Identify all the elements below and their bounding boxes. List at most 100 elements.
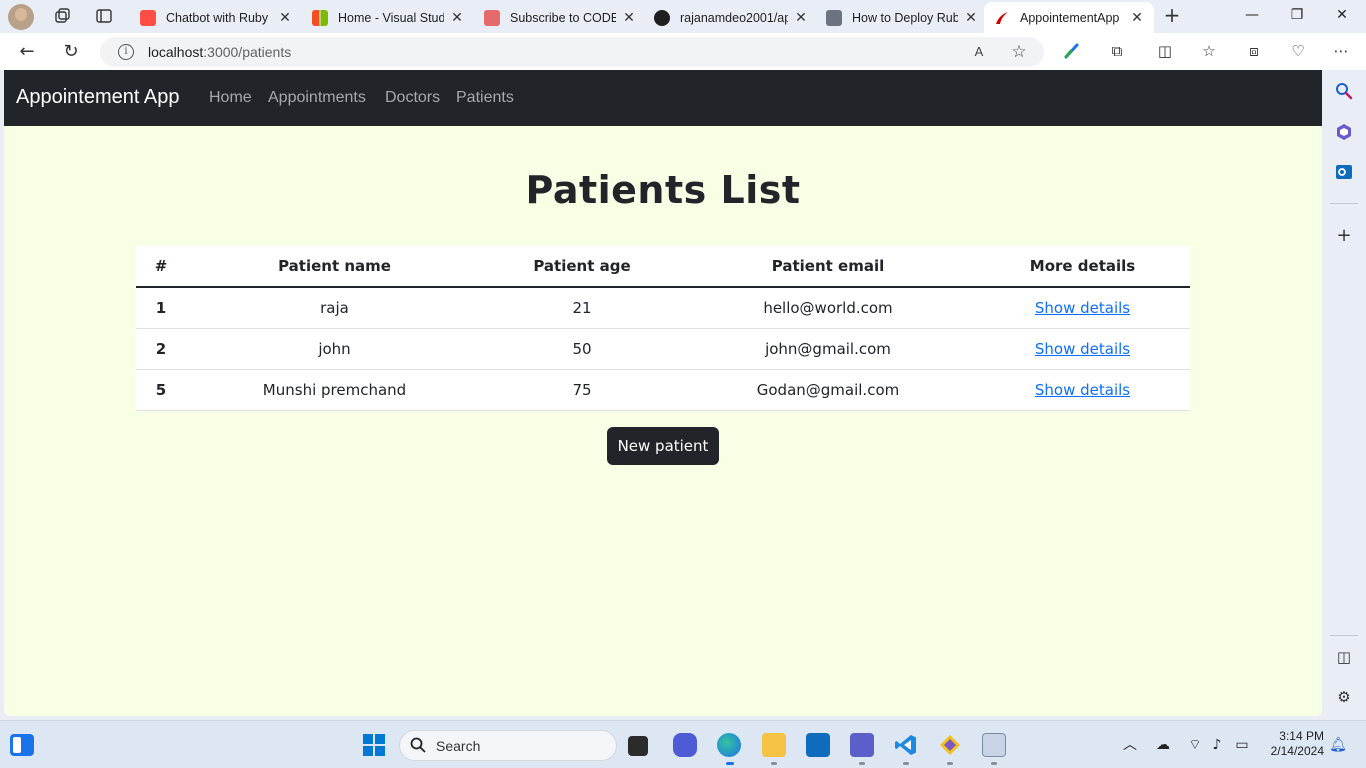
tab-appointementapp[interactable]: AppointementApp ✕: [984, 2, 1154, 33]
volume-icon[interactable]: ♪: [1208, 736, 1226, 754]
more-options-icon[interactable]: ⋯: [1331, 41, 1351, 61]
new-tab-button[interactable]: +: [1161, 4, 1183, 26]
tab-visual-studio[interactable]: Home - Visual Studi ✕: [308, 2, 468, 33]
column-header: Patient age: [533, 257, 631, 275]
performance-monitor-icon[interactable]: [982, 733, 1006, 757]
vscode-icon[interactable]: [894, 733, 918, 757]
tab-deploy[interactable]: How to Deploy Rub ✕: [822, 2, 982, 33]
running-indicator: [859, 762, 865, 765]
back-icon[interactable]: ←: [16, 41, 38, 63]
outlook-icon[interactable]: [806, 733, 830, 757]
patient-age: 21: [572, 299, 592, 317]
extensions-icon[interactable]: ⧉: [1107, 41, 1127, 61]
close-window-icon[interactable]: ✕: [1330, 5, 1354, 25]
taskbar-search[interactable]: Search: [399, 730, 617, 761]
file-explorer-icon[interactable]: [762, 733, 786, 757]
battery-icon[interactable]: ▭: [1233, 736, 1251, 754]
patient-name: raja: [320, 299, 349, 317]
tab-code-f[interactable]: Subscribe to CODE F ✕: [480, 2, 640, 33]
widgets-icon[interactable]: [10, 734, 34, 756]
close-tab-icon[interactable]: ✕: [450, 10, 464, 26]
search-icon[interactable]: [1335, 82, 1353, 100]
tab-title: AppointementApp: [1020, 10, 1120, 25]
nav-doctors[interactable]: Doctors: [385, 89, 440, 107]
start-icon[interactable]: [362, 733, 386, 757]
teams-chat-icon[interactable]: [673, 733, 697, 757]
table-row: 1 raja 21 hello@world.com Show details: [136, 288, 1190, 329]
onedrive-icon[interactable]: ☁: [1154, 736, 1172, 754]
column-header: More details: [1029, 257, 1136, 275]
column-header: Patient email: [771, 257, 885, 275]
favorite-star-icon[interactable]: ☆: [1010, 43, 1028, 61]
clock-time: 3:14 PM: [1279, 729, 1324, 743]
sidebar-settings-icon[interactable]: ⚙: [1335, 688, 1353, 706]
patient-email: Godan@gmail.com: [756, 381, 900, 399]
sidebar-divider: [1330, 203, 1358, 204]
app-brand[interactable]: Appointement App: [16, 86, 179, 109]
patient-email: hello@world.com: [763, 299, 893, 317]
collections-icon[interactable]: ⧈: [1244, 41, 1264, 61]
running-indicator: [947, 762, 953, 765]
edge-icon[interactable]: [717, 733, 741, 757]
task-view-icon[interactable]: [628, 736, 648, 756]
new-patient-button[interactable]: New patient: [607, 427, 719, 465]
patient-id: 1: [155, 299, 167, 317]
nav-appointments[interactable]: Appointments: [268, 89, 366, 107]
url-path: :3000/patients: [203, 44, 292, 60]
favorites-icon[interactable]: ☆: [1199, 41, 1219, 61]
tab-github[interactable]: rajanamdeo2001/ap ✕: [650, 2, 812, 33]
hide-sidebar-icon[interactable]: ◫: [1335, 648, 1353, 666]
workspaces-icon[interactable]: [53, 7, 71, 25]
browser-essentials-icon[interactable]: ♡: [1288, 41, 1308, 61]
microsoft-icon: [312, 9, 328, 26]
clock-date: 2/14/2024: [1270, 744, 1324, 758]
tab-title: How to Deploy Rub: [852, 10, 958, 25]
close-tab-icon[interactable]: ✕: [794, 10, 808, 26]
git-app-icon[interactable]: [938, 733, 962, 757]
show-details-link[interactable]: Show details: [1035, 299, 1130, 317]
notification-bell-icon[interactable]: 🔔︎: [1329, 736, 1347, 754]
teams-icon[interactable]: [850, 733, 874, 757]
system-clock[interactable]: 3:14 PM 2/14/2024: [1258, 729, 1324, 759]
copilot-pen-icon[interactable]: [1062, 41, 1082, 61]
nav-patients[interactable]: Patients: [456, 89, 514, 107]
github-icon: [654, 9, 670, 26]
tab-chatbot[interactable]: Chatbot with Ruby c ✕: [136, 2, 296, 33]
add-sidebar-app-icon[interactable]: +: [1335, 227, 1353, 245]
restore-icon[interactable]: ❐: [1285, 5, 1309, 25]
minimize-icon[interactable]: —: [1240, 5, 1264, 25]
nav-home[interactable]: Home: [209, 89, 252, 107]
split-screen-icon[interactable]: ◫: [1155, 41, 1175, 61]
address-bar[interactable]: i localhost:3000/patients A ☆: [100, 37, 1044, 67]
windows-taskbar: Search ︿ ☁ ⌔ ♪ ▭ 3:14 PM 2/14/2024 🔔︎: [0, 720, 1366, 768]
url-host: localhost: [148, 44, 204, 60]
running-indicator: [726, 762, 734, 765]
tab-title: rajanamdeo2001/ap: [680, 10, 788, 25]
column-header: #: [154, 257, 168, 275]
profile-avatar[interactable]: [8, 4, 34, 30]
app-navbar: Appointement App Home Appointments Docto…: [4, 70, 1322, 126]
site-info-icon[interactable]: i: [118, 44, 134, 60]
show-details-link[interactable]: Show details: [1035, 340, 1130, 358]
close-tab-icon[interactable]: ✕: [622, 10, 636, 26]
address-url[interactable]: localhost:3000/patients: [148, 44, 291, 60]
running-indicator: [991, 762, 997, 765]
wifi-icon[interactable]: ⌔: [1186, 736, 1204, 754]
search-icon: [410, 737, 426, 753]
show-details-link[interactable]: Show details: [1035, 381, 1130, 399]
read-aloud-icon[interactable]: A: [970, 43, 988, 61]
refresh-icon[interactable]: ↻: [60, 41, 82, 63]
edge-sidebar: + ◫ ⚙: [1322, 70, 1366, 720]
close-tab-icon[interactable]: ✕: [1130, 10, 1144, 26]
close-tab-icon[interactable]: ✕: [278, 10, 292, 26]
close-tab-icon[interactable]: ✕: [964, 10, 978, 26]
running-indicator: [771, 762, 777, 765]
outlook-icon[interactable]: [1335, 163, 1353, 181]
copilot-icon[interactable]: [1335, 123, 1353, 141]
page-viewport: Appointement App Home Appointments Docto…: [4, 70, 1322, 716]
table-header: # Patient name Patient age Patient email…: [136, 246, 1190, 288]
show-hidden-icons-chevron-icon[interactable]: ︿: [1121, 736, 1139, 754]
patient-age: 50: [572, 340, 592, 358]
tab-actions-icon[interactable]: [95, 7, 113, 25]
tab-title: Subscribe to CODE F: [510, 10, 616, 25]
